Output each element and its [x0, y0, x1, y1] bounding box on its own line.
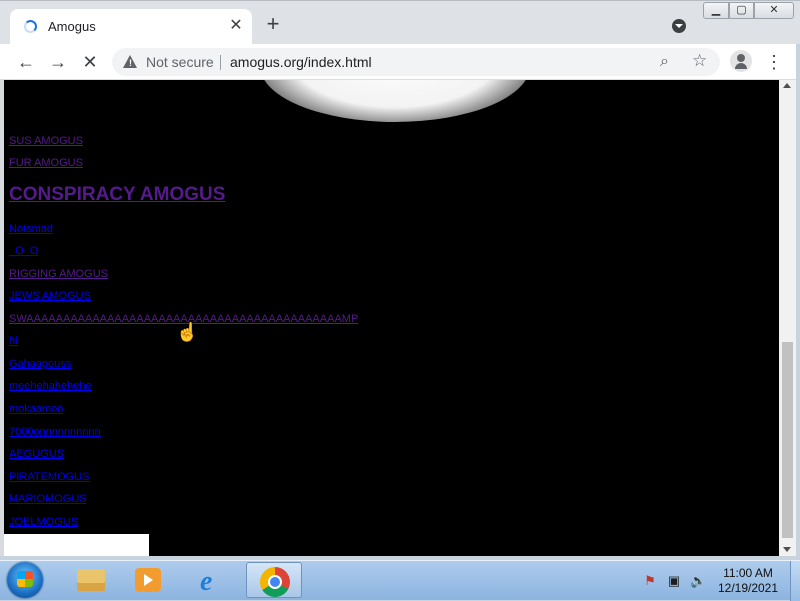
hand-cursor-icon: ☝ [176, 322, 199, 342]
menu-kebab-icon[interactable]: ⋮ [764, 50, 784, 74]
scroll-up-arrow-icon[interactable] [783, 83, 791, 88]
windows-logo-icon [17, 571, 33, 587]
link-sus-amogus[interactable]: SUS AMOGUS [9, 135, 83, 147]
link-7000on[interactable]: 7000onnnnnnnnnn [9, 426, 101, 438]
scroll-down-arrow-icon[interactable] [783, 547, 791, 552]
close-window-button[interactable]: ✕ [754, 2, 794, 19]
link-gahaagouss[interactable]: Gahaagouss [9, 358, 71, 370]
tab-close-icon[interactable]: ✕ [226, 16, 246, 36]
window-frame-right [796, 44, 800, 560]
link-piratemogus[interactable]: PIRATEMOGUS [9, 471, 89, 483]
media-player-icon [135, 568, 161, 592]
link-mariomogus[interactable]: MARIOMOGUS [9, 493, 87, 505]
page-image [260, 80, 530, 122]
link-jews-amogus[interactable]: JEWS AMOGUS [9, 290, 91, 302]
link-joelmogus[interactable]: JOELMOGUS [9, 516, 78, 528]
stop-loading-icon[interactable]: ✕ [78, 50, 102, 74]
page-content: SUS AMOGUS FUR AMOGUS CONSPIRACY AMOGUS … [4, 80, 779, 556]
action-center-flag-icon[interactable]: ⚑ [642, 573, 658, 589]
folder-icon [77, 569, 105, 591]
taskbar-media-player[interactable] [120, 562, 176, 598]
link-o-o[interactable]: _O_O [9, 245, 38, 257]
profile-avatar-icon[interactable] [730, 50, 752, 72]
system-clock[interactable]: 11:00 AM 12/19/2021 [712, 566, 784, 596]
tab-amogus[interactable]: Amogus ✕ [10, 9, 252, 45]
show-desktop-button[interactable] [790, 561, 800, 601]
url-text[interactable]: amogus.org/index.html [230, 54, 372, 70]
link-notsmad[interactable]: Notsmad [9, 223, 53, 235]
link-meehehahehehe[interactable]: meehehahehehe [9, 380, 92, 392]
start-button[interactable] [7, 562, 43, 598]
tab-search-icon[interactable] [672, 19, 686, 33]
address-bar[interactable]: ! Not secure amogus.org/index.html ⌕ ☆ [112, 48, 720, 76]
taskbar-chrome[interactable] [246, 562, 302, 598]
taskbar-internet-explorer[interactable]: e [186, 562, 242, 598]
not-secure-warning-icon[interactable]: ! [123, 55, 137, 68]
zoom-icon[interactable]: ⌕ [660, 53, 669, 71]
browser-toolbar: ← → ✕ ! Not secure amogus.org/index.html… [0, 44, 800, 80]
link-fur-amogus[interactable]: FUR AMOGUS [9, 157, 83, 169]
forward-icon[interactable]: → [46, 50, 70, 74]
address-separator [220, 55, 221, 70]
bookmark-star-icon[interactable]: ☆ [692, 51, 707, 71]
taskbar-explorer[interactable] [62, 562, 118, 598]
loading-spinner-icon [24, 20, 37, 33]
maximize-button[interactable]: ▢ [729, 2, 754, 19]
taskbar: e ⚑ ▣ 🔈 11:00 AM 12/19/2021 [0, 560, 800, 601]
scrollbar-thumb[interactable] [782, 342, 793, 538]
link-rigging-amogus[interactable]: RIGGING AMOGUS [9, 268, 108, 280]
clock-date: 12/19/2021 [717, 581, 779, 595]
back-icon[interactable]: ← [14, 50, 38, 74]
network-icon[interactable]: ▣ [666, 573, 682, 589]
tab-title: Amogus [48, 19, 96, 34]
vertical-scrollbar[interactable] [779, 80, 796, 556]
clock-time: 11:00 AM [723, 566, 773, 580]
link-aegugus[interactable]: AEGUGUS [9, 448, 64, 460]
new-tab-button[interactable]: + [262, 13, 284, 36]
minimize-button[interactable]: ▁ [703, 2, 729, 19]
white-block [4, 534, 149, 556]
link-conspiracy-amogus[interactable]: CONSPIRACY AMOGUS [9, 184, 225, 206]
link-hi[interactable]: hi [9, 335, 18, 347]
security-status[interactable]: Not secure [146, 54, 214, 70]
volume-icon[interactable]: 🔈 [690, 573, 706, 589]
link-mokaamoo[interactable]: mokaamoo [9, 403, 63, 415]
internet-explorer-icon: e [200, 566, 213, 597]
chrome-icon [260, 567, 290, 597]
tab-strip: Amogus ✕ + ▁ ▢ ✕ [0, 0, 800, 45]
